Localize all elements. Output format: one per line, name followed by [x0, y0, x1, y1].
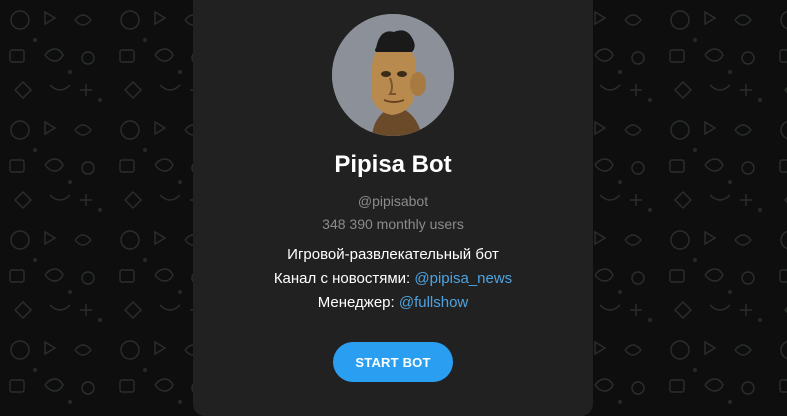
description-channel-line: Канал с новостями: @pipisa_news: [193, 267, 593, 291]
manager-label: Менеджер:: [317, 294, 399, 311]
bot-name: Pipisa Bot: [334, 151, 452, 178]
bot-description: Игровой-развлекательный бот Канал с ново…: [193, 243, 593, 315]
monthly-users-count: 348 390 monthly users: [322, 216, 464, 232]
bot-avatar-icon: [332, 14, 454, 136]
description-line-1: Игровой-развлекательный бот: [287, 246, 499, 263]
start-bot-button[interactable]: START BOT: [333, 342, 453, 382]
description-manager-line: Менеджер: @fullshow: [193, 291, 593, 315]
bot-username: @pipisabot: [357, 193, 429, 209]
bot-avatar: [332, 14, 454, 136]
manager-link[interactable]: @fullshow: [399, 294, 468, 311]
channel-label: Канал с новостями:: [273, 270, 415, 287]
bot-profile-card: Pipisa Bot @pipisabot 348 390 monthly us…: [193, 0, 593, 416]
channel-link[interactable]: @pipisa_news: [414, 270, 512, 287]
